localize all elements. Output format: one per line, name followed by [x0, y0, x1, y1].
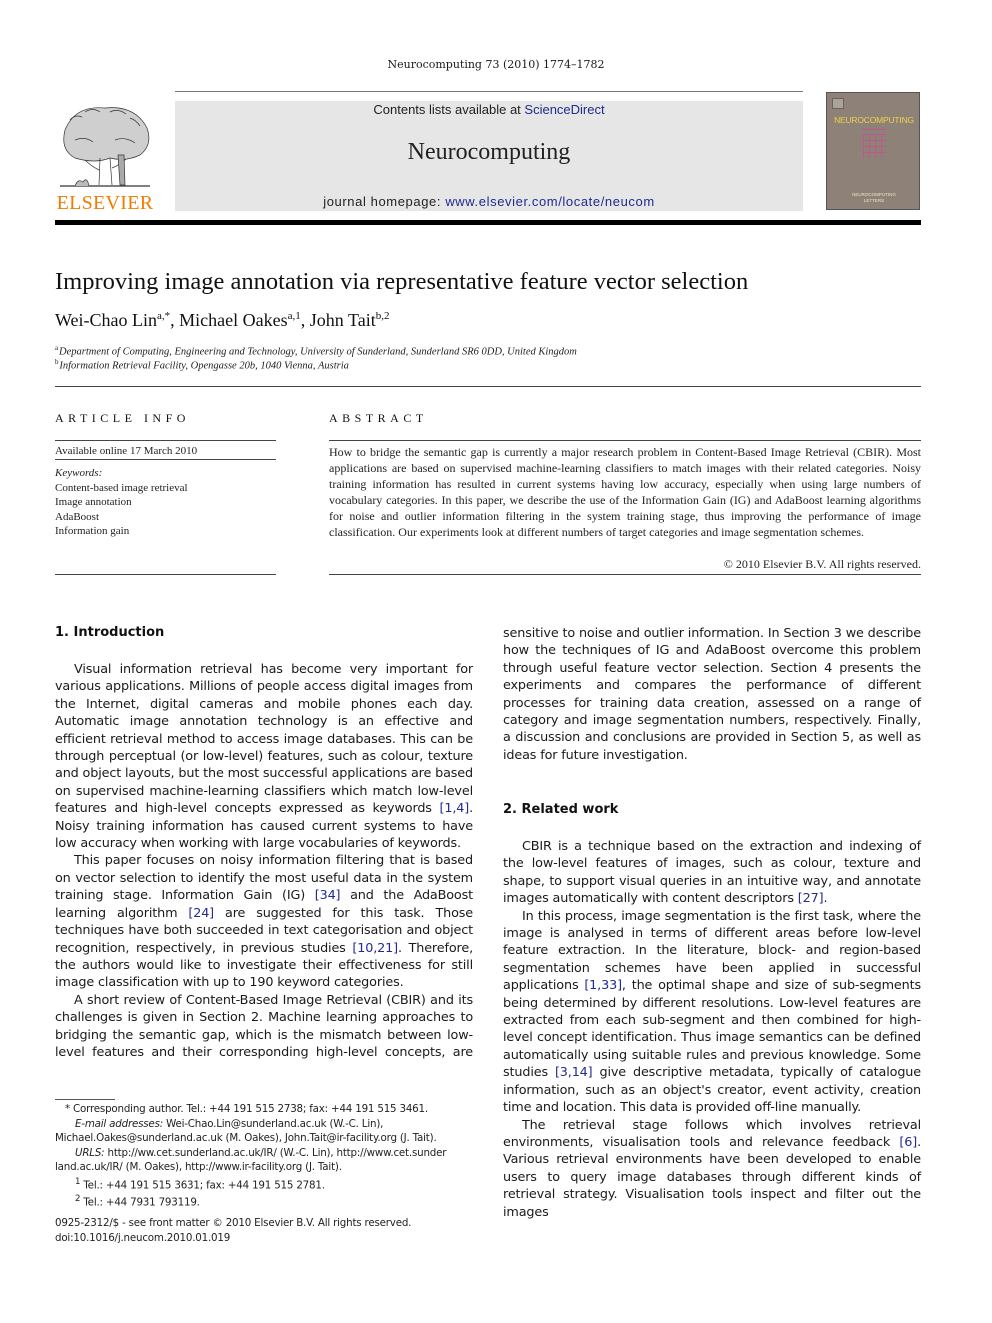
- journal-cover-thumbnail[interactable]: NEUROCOMPUTING NEUROCOMPUTING LETTERS: [826, 92, 920, 210]
- paragraph: A short review of Content-Based Image Re…: [55, 992, 473, 1060]
- affiliation-b: b Information Retrieval Facility, Openga…: [55, 358, 349, 372]
- header-thick-rule: [55, 220, 921, 225]
- contents-prefix: Contents lists available at: [373, 102, 525, 117]
- cover-subtitle: NEUROCOMPUTING LETTERS: [827, 192, 921, 204]
- affiliation-a: a Department of Computing, Engineering a…: [55, 344, 577, 358]
- keyword-item: AdaBoost: [55, 510, 99, 523]
- running-head: Neurocomputing 73 (2010) 1774–1782: [387, 58, 605, 71]
- citation-link[interactable]: [10,21]: [352, 941, 398, 956]
- homepage-prefix: journal homepage:: [323, 194, 446, 209]
- author: Michael Oakesa,1,: [179, 310, 310, 330]
- citation-link[interactable]: [34]: [315, 888, 341, 903]
- introduction-body-continued: sensitive to noise and outlier informati…: [503, 625, 921, 764]
- keyword-item: Information gain: [55, 525, 130, 537]
- front-matter: 0925-2312/$ - see front matter © 2010 El…: [55, 1216, 411, 1245]
- citation-link[interactable]: [1,4]: [439, 801, 469, 816]
- paragraph: The retrieval stage follows which involv…: [503, 1117, 921, 1220]
- paragraph: This paper focuses on noisy information …: [55, 853, 473, 991]
- paragraph: In this process, image segmentation is t…: [503, 908, 921, 1116]
- journal-name: Neurocomputing: [407, 139, 571, 165]
- article-info-rule-bottom: [55, 574, 276, 575]
- footnote-urls-cont[interactable]: land.ac.uk/IR/ (M. Oakes), http://www.ir…: [55, 1160, 473, 1175]
- journal-homepage-line: journal homepage: www.elsevier.com/locat…: [175, 194, 803, 209]
- author-affiliation-mark[interactable]: b,2: [376, 310, 390, 322]
- abstract-copyright: © 2010 Elsevier B.V. All rights reserved…: [723, 557, 921, 571]
- cover-grid-graphic-icon: [863, 134, 885, 158]
- citation-link[interactable]: [6]: [899, 1135, 917, 1150]
- footnote-rule: [55, 1099, 115, 1100]
- author-list: Wei-Chao Lina,*, Michael Oakesa,1, John …: [55, 310, 389, 331]
- abstract-rule-top: [329, 440, 921, 441]
- keyword-item: Content-based image retrieval: [55, 481, 188, 494]
- keyword-item: Image annotation: [55, 496, 132, 508]
- citation-link[interactable]: [3,14]: [555, 1065, 593, 1080]
- cover-publisher-logo-icon: [832, 98, 844, 109]
- footnote-urls: URLS: http://ww.cet.sunderland.ac.uk/IR/…: [75, 1146, 447, 1159]
- sciencedirect-link[interactable]: ScienceDirect: [524, 102, 604, 117]
- cover-subtitle-line2: LETTERS: [863, 198, 885, 203]
- citation-link[interactable]: [27]: [798, 891, 824, 906]
- issn-line: 0925-2312/$ - see front matter © 2010 El…: [55, 1217, 412, 1229]
- available-online-date: Available online 17 March 2010: [55, 445, 198, 457]
- footnote-emails-cont[interactable]: Michael.Oakes@sunderland.ac.uk (M. Oakes…: [55, 1131, 473, 1146]
- article-info-rule-mid: [55, 459, 276, 460]
- article-info-rule-top: [55, 440, 276, 441]
- footnote-1: 1 Tel.: +44 191 515 3631; fax: +44 191 5…: [75, 1176, 325, 1191]
- article-info-heading: ARTICLE INFO: [55, 411, 190, 425]
- elsevier-wordmark: ELSEVIER: [56, 192, 154, 214]
- author: John Taitb,2: [309, 310, 390, 330]
- paragraph: CBIR is a technique based on the extract…: [503, 839, 921, 907]
- paragraph: Visual information retrieval has become …: [55, 662, 473, 852]
- contents-available-line: Contents lists available at ScienceDirec…: [175, 102, 803, 117]
- footnotes: * Corresponding author. Tel.: +44 191 51…: [55, 1102, 473, 1210]
- abstract-rule-bottom: [329, 574, 921, 575]
- header-top-rule: [175, 91, 803, 92]
- section-heading-related-work: 2. Related work: [503, 802, 619, 817]
- doi-link[interactable]: doi:10.1016/j.neucom.2010.01.019: [55, 1231, 411, 1246]
- author-affiliation-mark[interactable]: a,*: [157, 310, 170, 322]
- journal-homepage-link[interactable]: www.elsevier.com/locate/neucom: [445, 194, 654, 209]
- section-heading-introduction: 1. Introduction: [55, 625, 165, 640]
- article-title: Improving image annotation via represent…: [55, 268, 749, 295]
- citation-link[interactable]: [24]: [188, 906, 214, 921]
- footnote-emails: E-mail addresses: Wei-Chao.Lin@sunderlan…: [75, 1117, 384, 1130]
- introduction-body: Visual information retrieval has become …: [55, 661, 473, 1061]
- citation-link[interactable]: [1,33]: [584, 978, 622, 993]
- abstract-text: How to bridge the semantic gap is curren…: [329, 445, 921, 539]
- keywords-label: Keywords:: [55, 467, 103, 479]
- paragraph: sensitive to noise and outlier informati…: [503, 626, 921, 763]
- related-work-body: CBIR is a technique based on the extract…: [503, 838, 921, 1221]
- footnote-corresponding: * Corresponding author. Tel.: +44 191 51…: [65, 1103, 428, 1115]
- footnote-2: 2 Tel.: +44 7931 793119.: [75, 1194, 200, 1209]
- keywords-block: Keywords: Content-based image retrieval …: [55, 466, 188, 539]
- author-affiliation-mark[interactable]: a,1: [288, 310, 301, 322]
- cover-underline: [862, 129, 886, 130]
- abstract-heading: ABSTRACT: [329, 411, 428, 425]
- cover-title: NEUROCOMPUTING: [834, 115, 914, 125]
- authors-rule: [55, 386, 921, 387]
- author: Wei-Chao Lina,*,: [55, 310, 180, 330]
